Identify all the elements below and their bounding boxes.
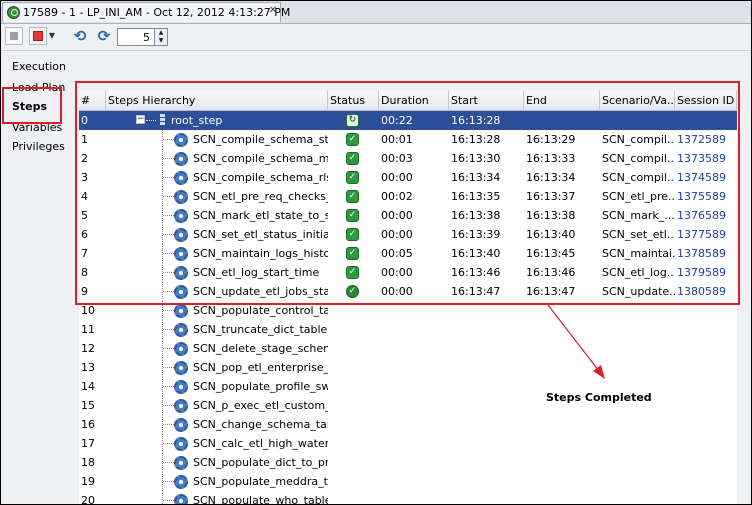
window: 17589 - 1 - LP_INI_AM - Oct 12, 2012 4:1… — [0, 0, 752, 505]
callout-label: Steps Completed — [546, 391, 652, 404]
callout-arrow — [547, 304, 605, 379]
